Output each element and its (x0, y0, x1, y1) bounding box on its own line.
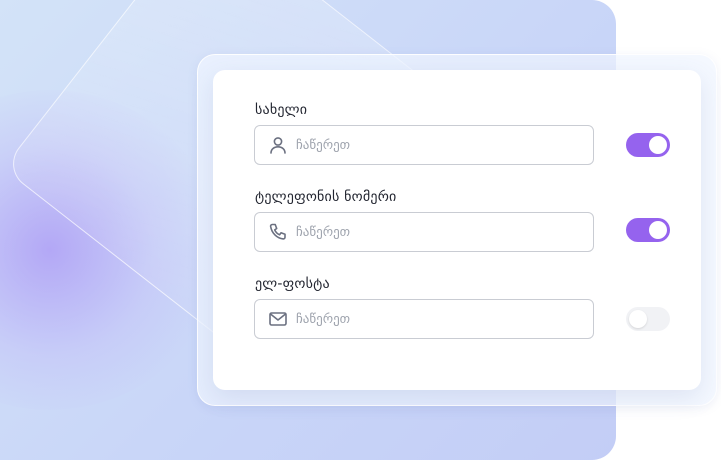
name-toggle[interactable] (626, 133, 670, 157)
email-toggle[interactable] (626, 307, 670, 331)
email-input[interactable] (296, 311, 576, 327)
phone-toggle[interactable] (626, 218, 670, 242)
toggle-knob (649, 136, 667, 154)
toggle-knob (629, 310, 647, 328)
name-input-box[interactable] (254, 125, 594, 165)
phone-input[interactable] (296, 224, 576, 240)
email-field-label: ელ-ფოსტა (255, 276, 330, 292)
phone-icon (267, 221, 289, 243)
user-icon (267, 134, 289, 156)
mail-icon (267, 308, 289, 330)
toggle-knob (649, 221, 667, 239)
email-input-box[interactable] (254, 299, 594, 339)
name-field-label: სახელი (255, 102, 308, 118)
name-input[interactable] (296, 137, 576, 153)
phone-input-box[interactable] (254, 212, 594, 252)
phone-field-label: ტელეფონის ნომერი (255, 189, 397, 205)
